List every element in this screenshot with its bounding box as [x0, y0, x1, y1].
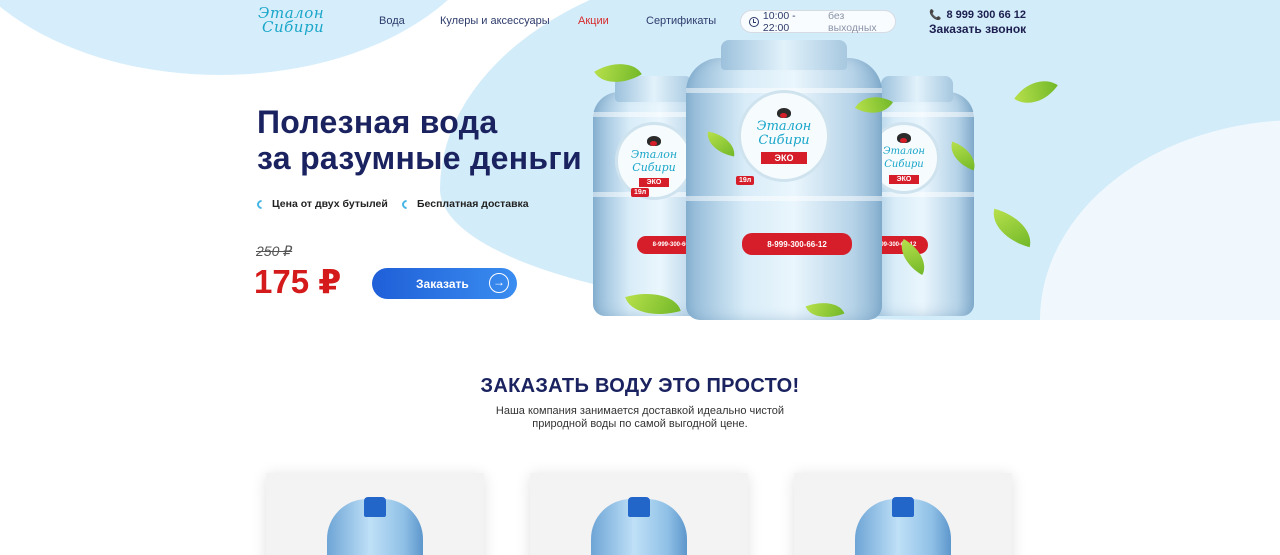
- step-card-3: [794, 473, 1012, 555]
- bottle-label-name-1: Эталон: [882, 145, 926, 157]
- bottle-label-name-2: Сибири: [632, 160, 676, 174]
- bottle-label-name-2: Сибири: [758, 133, 810, 148]
- bottle-label-name-1: Эталон: [630, 147, 678, 161]
- bottle-cap: [628, 497, 650, 517]
- new-price: 175 ₽: [254, 263, 342, 300]
- bottle-volume: 19л: [736, 176, 755, 185]
- hours-time: 10:00 - 22:00: [762, 9, 796, 34]
- callback-link[interactable]: Заказать звонок: [929, 22, 1026, 36]
- steps-title: ЗАКАЗАТЬ ВОДУ ЭТО ПРОСТО!: [480, 375, 800, 397]
- bottle-label-eco: ЭКО: [638, 177, 670, 187]
- bottle-ring: [686, 196, 882, 201]
- water-bottle-center: Эталон Сибири ЭКО 19л 8-999-300-66-12: [686, 40, 882, 320]
- bullfinch-icon: [897, 132, 911, 143]
- steps-subtitle-line-2: природной воды по самой выгодной цене.: [532, 418, 748, 430]
- bottle-cap: [892, 497, 914, 517]
- bottle-label: Эталон Сибири ЭКО: [615, 122, 693, 200]
- bottle-neck: [721, 40, 847, 70]
- bottle-phone-strip: 8-999-300-66-12: [742, 233, 852, 255]
- hero-title-line-2: за разумные деньги: [257, 140, 582, 176]
- bottle-label-name: Эталон Сибири: [757, 120, 812, 148]
- working-hours-badge: 10:00 - 22:00 без выходных: [740, 9, 896, 34]
- bullfinch-icon: [647, 135, 661, 146]
- arrow-right-icon: →: [489, 273, 509, 293]
- bottle-label-eco: ЭКО: [760, 152, 808, 164]
- feature-icon: [400, 197, 413, 211]
- feature-free-delivery: Бесплатная доставка: [400, 197, 529, 211]
- bottle-label-name-2: Сибири: [884, 158, 924, 170]
- nav-item-certificates[interactable]: Сертификаты: [646, 15, 716, 27]
- bottle-label-name: Эталон Сибири: [883, 145, 925, 171]
- phone-number: 8 999 300 66 12: [946, 9, 1026, 21]
- step-card-2: [530, 473, 748, 555]
- hero-title: Полезная вода за разумные деньги: [257, 104, 582, 176]
- header-phone[interactable]: 📞 8 999 300 66 12: [929, 9, 1026, 21]
- site-header: Эталон Сибири Вода Кулеры и аксессуары А…: [0, 0, 1280, 45]
- logo[interactable]: Эталон Сибири: [258, 6, 325, 36]
- nav-item-water[interactable]: Вода: [379, 15, 405, 27]
- feature-label: Бесплатная доставка: [417, 198, 529, 210]
- bottle-cap: [364, 497, 386, 517]
- feature-icon: [255, 197, 268, 211]
- bottle-label: Эталон Сибири ЭКО: [738, 90, 830, 182]
- bottle-label-eco: ЭКО: [888, 174, 920, 184]
- step-card-1: [266, 473, 484, 555]
- steps-subtitle-line-1: Наша компания занимается доставкой идеал…: [495, 405, 785, 417]
- feature-price-from-two: Цена от двух бутылей: [255, 197, 388, 211]
- nav-item-promotions[interactable]: Акции: [578, 15, 609, 27]
- order-button-label: Заказать: [416, 276, 469, 291]
- bullfinch-icon: [777, 108, 791, 118]
- steps-subtitle: Наша компания занимается доставкой идеал…: [0, 405, 1280, 431]
- hours-days: без выходных: [828, 9, 877, 34]
- bottle-label-name: Эталон Сибири: [631, 148, 677, 174]
- feature-label: Цена от двух бутылей: [272, 198, 388, 210]
- phone-icon: 📞: [929, 9, 942, 21]
- nav-item-coolers[interactable]: Кулеры и аксессуары: [440, 15, 550, 27]
- bottle-neck: [880, 76, 954, 102]
- clock-icon: [749, 16, 759, 27]
- bottle-label-name-1: Эталон: [756, 119, 812, 134]
- old-price: 250 ₽: [256, 243, 293, 259]
- logo-line-2: Сибири: [262, 18, 325, 36]
- order-button[interactable]: Заказать →: [372, 268, 517, 299]
- hero-title-line-1: Полезная вода: [257, 104, 498, 140]
- bottle-volume: 19л: [631, 188, 650, 197]
